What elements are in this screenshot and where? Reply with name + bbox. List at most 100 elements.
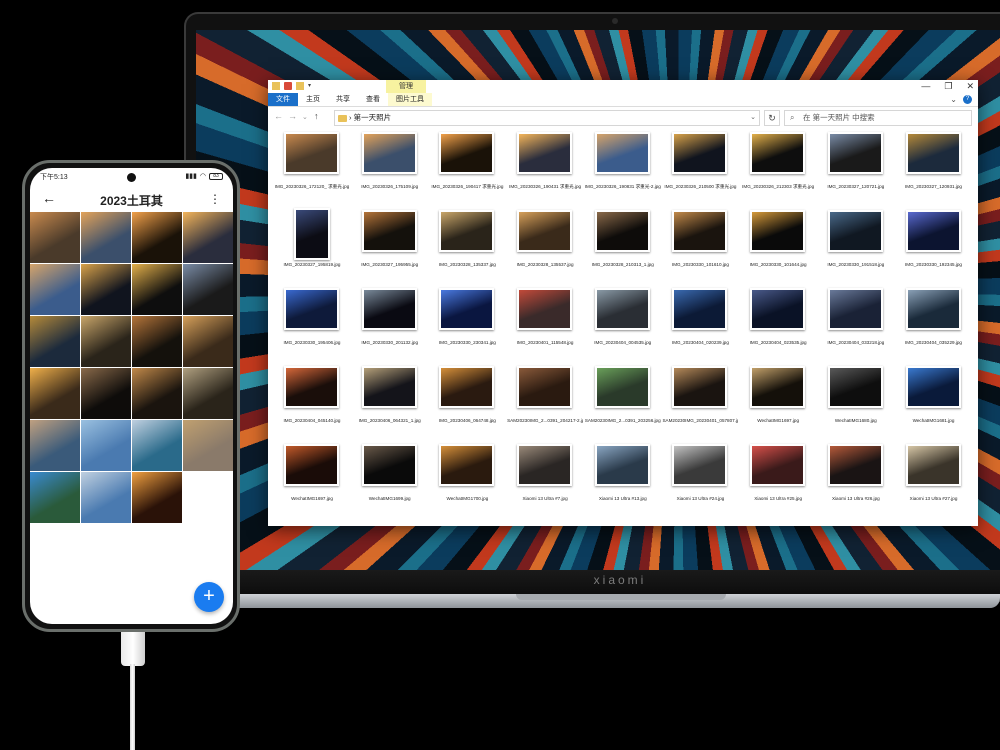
close-icon[interactable]: ✕ (966, 81, 974, 92)
file-name: IMG_20230328_210313_1.jpg (591, 262, 654, 267)
file-item[interactable]: SAM20230IMG_2...0391_204217-2.jpg (507, 364, 585, 442)
file-thumbnail (594, 132, 650, 174)
file-item[interactable]: WechatIMG1699.jpg (352, 442, 430, 520)
file-item[interactable]: WechatIMG1697.jpg (740, 364, 818, 442)
tab-picture-tools[interactable]: 图片工具 (388, 93, 432, 106)
forward-icon[interactable]: → (288, 111, 297, 121)
file-item[interactable]: IMG_20230326_212303 求重光.jpg (740, 130, 818, 208)
album-photo-tile[interactable] (81, 316, 131, 367)
new-folder-icon[interactable] (296, 82, 304, 90)
file-item[interactable]: IMG_20230330_191518.jpg (818, 208, 896, 286)
file-item[interactable]: WechatIMG1681.jpg (896, 364, 974, 442)
signal-icon: ▮▮▮ (185, 173, 197, 180)
file-name: IMG_20230404_004535.jpg (594, 340, 652, 345)
album-photo-tile[interactable] (30, 472, 80, 523)
album-photo-tile[interactable] (30, 264, 80, 315)
file-item[interactable]: Xiaomi 13 Ultra #25.jpg (740, 442, 818, 520)
album-photo-tile[interactable] (30, 368, 80, 419)
file-item[interactable]: IMG_20230404_020239.jpg (662, 286, 740, 364)
file-item[interactable]: SAM20230IMG_2...0391_203256.jpg (585, 364, 663, 442)
file-item[interactable]: IMG_20230328_135337.jpg (429, 208, 507, 286)
album-photo-tile[interactable] (81, 472, 131, 523)
file-name: IMG_20230327_120721.jpg (827, 184, 885, 189)
album-photo-tile[interactable] (183, 316, 233, 367)
manage-context-tab[interactable]: 管理 (386, 80, 426, 93)
file-item[interactable]: IMG_20230404_023535.jpg (740, 286, 818, 364)
chevron-down-icon[interactable]: ⌄ (750, 111, 756, 125)
album-photo-tile[interactable] (183, 368, 233, 419)
album-photo-tile[interactable] (132, 316, 182, 367)
file-item[interactable]: IMG_20230406_064748.jpg (429, 364, 507, 442)
recent-locations-icon[interactable]: ⌄ (302, 113, 308, 121)
tab-home[interactable]: 主页 (298, 93, 328, 106)
album-photo-tile[interactable] (132, 420, 182, 471)
file-item[interactable]: Xiaomi 13 Ultra #27.jpg (896, 442, 974, 520)
album-photo-tile[interactable] (30, 316, 80, 367)
folder-icon[interactable] (272, 82, 280, 90)
file-item[interactable]: IMG_20230330_201132.jpg (352, 286, 430, 364)
tab-file[interactable]: 文件 (268, 93, 298, 106)
file-item[interactable]: IMG_20230404_035229.jpg (896, 286, 974, 364)
album-photo-tile[interactable] (132, 368, 182, 419)
file-item[interactable]: IMG_20230326_210500 求重光.jpg (662, 130, 740, 208)
album-photo-tile[interactable] (132, 472, 182, 523)
customize-toolbar-icon[interactable]: ▾ (308, 82, 316, 90)
file-item[interactable]: IMG_20230326_172120_ 求重光.jpg (274, 130, 352, 208)
album-photo-tile[interactable] (132, 212, 182, 263)
up-icon[interactable]: ↑ (314, 111, 319, 121)
file-item[interactable]: Xiaomi 13 Ultra #26.jpg (818, 442, 896, 520)
file-item[interactable]: Xiaomi 13 Ultra #7.jpg (507, 442, 585, 520)
search-input[interactable]: ⌕ 在 第一天照片 中搜索 (784, 110, 972, 126)
file-item[interactable]: Xiaomi 13 Ultra #24.jpg (662, 442, 740, 520)
file-item[interactable]: WechatIMG1700.jpg (429, 442, 507, 520)
file-item[interactable]: IMG_20230330_230341.jpg (429, 286, 507, 364)
file-item[interactable]: IMG_20230327_195819.jpg (274, 208, 352, 286)
file-item[interactable]: IMG_20230404_033218.jpg (818, 286, 896, 364)
file-item[interactable]: SAM20230IMG_20230401_057807.jpg (662, 364, 740, 442)
minimize-icon[interactable]: — (921, 81, 930, 92)
album-photo-tile[interactable] (81, 420, 131, 471)
file-item[interactable]: IMG_20230327_195955.jpg (352, 208, 430, 286)
maximize-icon[interactable]: ❐ (944, 81, 952, 92)
file-item[interactable]: IMG_20230330_101610.jpg (662, 208, 740, 286)
file-item[interactable]: IMG_20230330_101644.jpg (740, 208, 818, 286)
file-item[interactable]: WechatIMG1697.jpg (274, 442, 352, 520)
refresh-button[interactable]: ↻ (764, 110, 780, 126)
file-item[interactable]: Xiaomi 13 Ultra #13.jpg (585, 442, 663, 520)
file-item[interactable]: IMG_20230327_120721.jpg (818, 130, 896, 208)
back-icon[interactable]: ← (274, 111, 283, 121)
file-item[interactable]: WechatIMG1680.jpg (818, 364, 896, 442)
file-item[interactable]: IMG_20230401_115548.jpg (507, 286, 585, 364)
help-icon[interactable]: ? (963, 95, 972, 104)
file-item[interactable]: IMG_20230326_175109.jpg (352, 130, 430, 208)
file-item[interactable]: IMG_20230406_064321_1.jpg (352, 364, 430, 442)
album-photo-tile[interactable] (81, 212, 131, 263)
tab-share[interactable]: 共享 (328, 93, 358, 106)
album-photo-tile[interactable] (30, 420, 80, 471)
album-photo-tile[interactable] (132, 264, 182, 315)
album-photo-tile[interactable] (183, 212, 233, 263)
expand-ribbon-icon[interactable]: ⌄ (950, 95, 957, 104)
file-item[interactable]: IMG_20230404_004535.jpg (585, 286, 663, 364)
file-item[interactable]: IMG_20230330_192345.jpg (896, 208, 974, 286)
add-button[interactable]: + (194, 582, 224, 612)
more-options-icon[interactable]: ⋮ (209, 192, 221, 206)
file-item[interactable]: IMG_20230328_210313_1.jpg (585, 208, 663, 286)
properties-icon[interactable] (284, 82, 292, 90)
file-name: IMG_20230326_212303 求重光.jpg (742, 184, 815, 189)
file-item[interactable]: IMG_20230326_190417 求重光.jpg (429, 130, 507, 208)
file-item[interactable]: IMG_20230327_120931.jpg (896, 130, 974, 208)
file-item[interactable]: IMG_20230326_190431 求重光.jpg (507, 130, 585, 208)
address-box[interactable]: › 第一天照片 ⌄ (334, 110, 760, 126)
file-item[interactable]: IMG_20230404_045140.jpg (274, 364, 352, 442)
album-photo-tile[interactable] (81, 264, 131, 315)
album-photo-tile[interactable] (183, 264, 233, 315)
album-photo-tile[interactable] (183, 420, 233, 471)
album-photo-tile[interactable] (30, 212, 80, 263)
tab-view[interactable]: 查看 (358, 93, 388, 106)
file-name: IMG_20230404_023535.jpg (749, 340, 807, 345)
album-photo-tile[interactable] (81, 368, 131, 419)
file-item[interactable]: IMG_20230330_195406.jpg (274, 286, 352, 364)
file-item[interactable]: IMG_20230326_190831 求重光-2.jpg (585, 130, 663, 208)
file-item[interactable]: IMG_20230328_135537.jpg (507, 208, 585, 286)
